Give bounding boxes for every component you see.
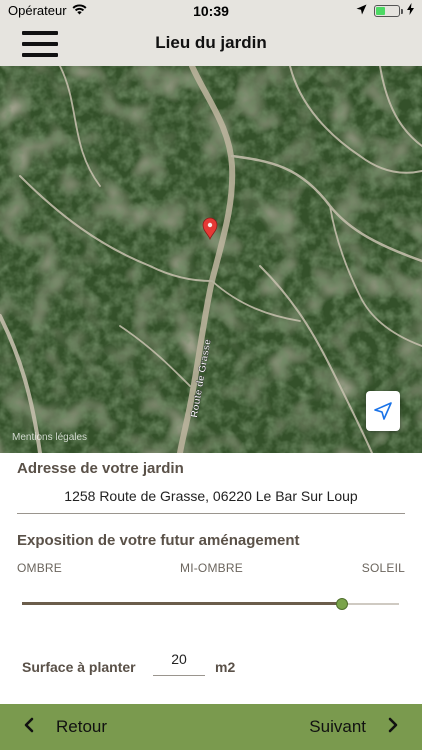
satellite-map-image: Route de Grasse: [0, 66, 422, 453]
surface-input[interactable]: 20: [153, 650, 205, 676]
charging-bolt-icon: [407, 3, 414, 18]
locate-me-button[interactable]: [366, 391, 400, 431]
next-label: Suivant: [309, 717, 366, 736]
status-bar: Opérateur 10:39: [0, 0, 422, 22]
slider-thumb[interactable]: [336, 598, 349, 610]
chevron-right-icon: [388, 717, 398, 738]
bottom-bar: Retour Suivant: [0, 704, 422, 750]
slider-fill: [22, 602, 343, 605]
exposure-slider[interactable]: [22, 596, 399, 612]
location-arrow-icon: [356, 3, 367, 18]
nav-bar: Lieu du jardin: [0, 22, 422, 66]
scale-label-sun: SOLEIL: [361, 561, 405, 575]
exposure-label: Exposition de votre futur aménagement: [17, 532, 300, 549]
scale-label-half-shade: MI-OMBRE: [180, 561, 243, 575]
page-title: Lieu du jardin: [155, 33, 267, 52]
scale-label-shade: OMBRE: [17, 561, 63, 575]
surface-unit: m2: [215, 659, 236, 675]
next-button[interactable]: Suivant: [309, 704, 398, 750]
chevron-left-icon: [24, 717, 34, 738]
back-button[interactable]: Retour: [24, 704, 107, 750]
address-field[interactable]: 1258 Route de Grasse, 06220 Le Bar Sur L…: [17, 484, 405, 514]
map-view[interactable]: Route de Grasse Mentions légales: [0, 66, 422, 453]
surface-label: Surface à planter: [22, 659, 136, 675]
navigation-arrow-icon: [373, 401, 393, 421]
status-right: [356, 3, 414, 18]
legal-notice-link[interactable]: Mentions légales: [12, 432, 87, 443]
battery-icon: [374, 4, 403, 17]
back-label: Retour: [56, 717, 108, 736]
address-label: Adresse de votre jardin: [17, 460, 184, 477]
